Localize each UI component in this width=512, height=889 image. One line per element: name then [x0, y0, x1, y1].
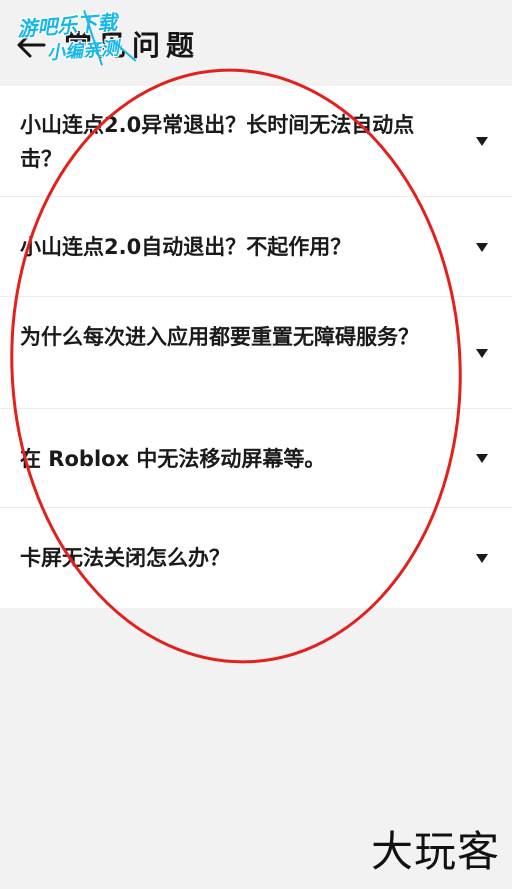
faq-question: 卡屏无法关闭怎么办？ — [20, 546, 230, 570]
caret-down-icon — [476, 454, 488, 463]
caret-down-icon — [476, 243, 488, 252]
brand-watermark: 大玩客 — [370, 827, 500, 876]
site-watermark: 游吧乐下载 小编亲测 — [14, 0, 169, 77]
faq-question: 小山连点2.0自动退出？不起作用？ — [20, 235, 352, 259]
faq-question: 在 Roblox 中无法移动屏幕等。 — [20, 447, 326, 471]
caret-down-icon — [476, 137, 488, 146]
caret-down-icon — [476, 554, 488, 563]
watermark-swoosh — [83, 10, 137, 66]
faq-question: 小山连点2.0异常退出？长时间无法自动点击？ — [20, 113, 415, 171]
caret-down-icon — [476, 349, 488, 358]
faq-item[interactable]: 卡屏无法关闭怎么办？ — [0, 508, 512, 608]
faq-item[interactable]: 小山连点2.0自动退出？不起作用？ — [0, 197, 512, 297]
faq-question: 为什么每次进入应用都要重置无障碍服务？ — [20, 325, 419, 349]
faq-screen: 常见问题 游吧乐下载 小编亲测 小山连点2.0异常退出？长时间无法自动点击？ 小… — [0, 0, 512, 889]
faq-item[interactable]: 为什么每次进入应用都要重置无障碍服务？ — [0, 297, 512, 409]
faq-list: 小山连点2.0异常退出？长时间无法自动点击？ 小山连点2.0自动退出？不起作用？… — [0, 86, 512, 608]
faq-item[interactable]: 在 Roblox 中无法移动屏幕等。 — [0, 409, 512, 508]
faq-item[interactable]: 小山连点2.0异常退出？长时间无法自动点击？ — [0, 86, 512, 197]
